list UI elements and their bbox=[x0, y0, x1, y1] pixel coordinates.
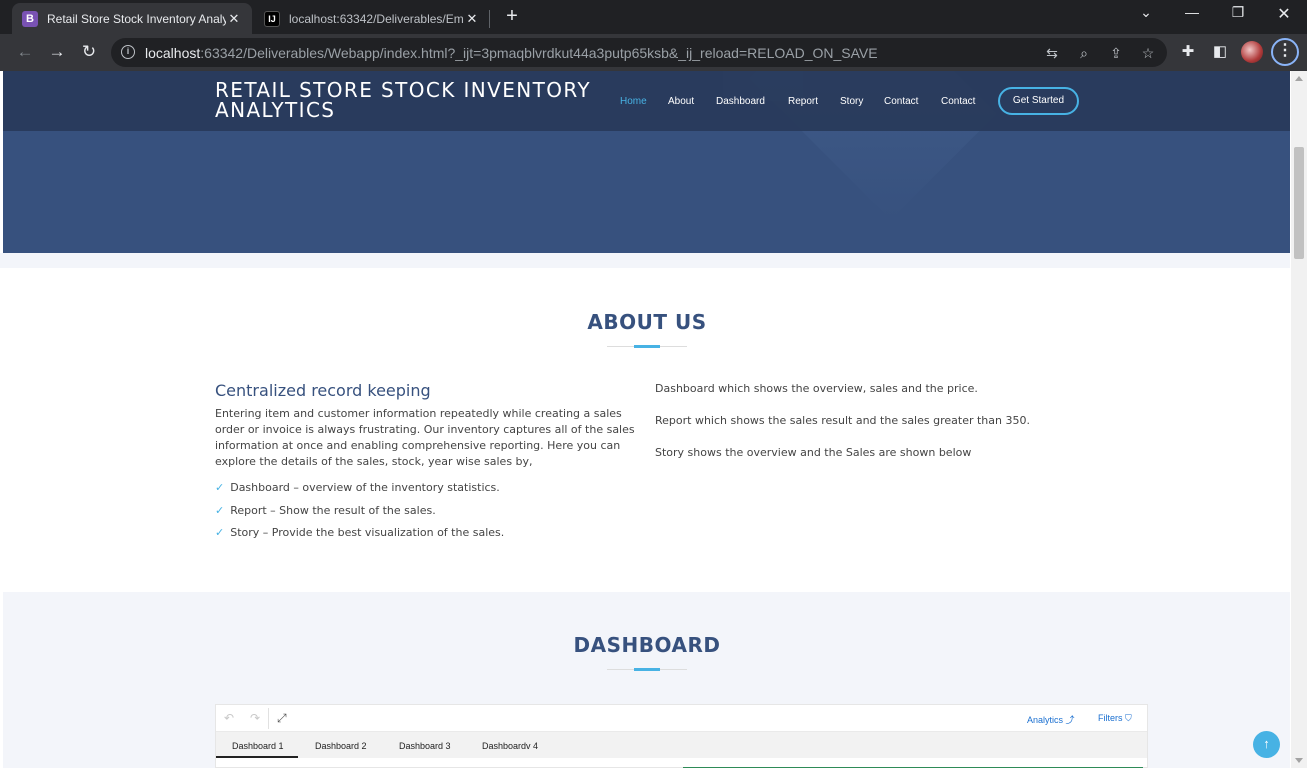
analytics-label: Analytics bbox=[1027, 715, 1064, 725]
share-icon[interactable]: ⇪ bbox=[1107, 44, 1125, 62]
nav-report[interactable]: Report bbox=[788, 96, 818, 107]
double-check-icon: ✓ bbox=[215, 481, 225, 494]
active-tab-underline bbox=[216, 756, 298, 758]
arrow-up-icon: ↑ bbox=[1263, 736, 1270, 751]
about-right-text: Story shows the overview and the Sales a… bbox=[655, 446, 972, 459]
close-tab-icon[interactable]: ✕ bbox=[464, 11, 480, 27]
fullscreen-icon[interactable]: ⤢ bbox=[277, 711, 287, 726]
about-list-text: Report – Show the result of the sales. bbox=[230, 504, 436, 517]
embed-toolbar: ↶ ↷ ⤢ Analytics ⤴ Filters ⛉ bbox=[216, 705, 1147, 732]
reload-icon[interactable]: ↻ bbox=[77, 41, 101, 65]
redo-icon[interactable]: ↷ bbox=[250, 711, 260, 725]
filter-icon: ⛉ bbox=[1125, 713, 1132, 723]
tab-dashboard-3[interactable]: Dashboard 3 bbox=[399, 741, 451, 751]
about-heading: Centralized record keeping bbox=[215, 381, 431, 400]
about-list-item: ✓ Dashboard – overview of the inventory s… bbox=[215, 481, 500, 494]
dashboard-embed: ↶ ↷ ⤢ Analytics ⤴ Filters ⛉ Dashboard 1 … bbox=[215, 704, 1148, 768]
browser-tabstrip: B Retail Store Stock Inventory Analy ✕ I… bbox=[0, 0, 1307, 34]
nav-about[interactable]: About bbox=[668, 96, 694, 107]
logo-line: Analytics bbox=[215, 98, 336, 122]
browser-toolbar: ← → ↻ i localhost:63342/Deliverables/Web… bbox=[0, 34, 1307, 71]
back-icon[interactable]: ← bbox=[13, 41, 37, 65]
section-divider bbox=[0, 253, 1290, 268]
profile-avatar[interactable] bbox=[1241, 41, 1263, 63]
double-check-icon: ✓ bbox=[215, 526, 225, 539]
tab-search-icon[interactable]: ⌄ bbox=[1134, 4, 1158, 21]
close-tab-icon[interactable]: ✕ bbox=[226, 11, 242, 27]
toolbar-separator bbox=[268, 708, 269, 729]
double-check-icon: ✓ bbox=[215, 504, 225, 517]
about-list-text: Dashboard – overview of the inventory st… bbox=[230, 481, 500, 494]
bootstrap-favicon-icon: B bbox=[22, 10, 38, 27]
back-to-top-button[interactable]: ↑ bbox=[1253, 731, 1280, 758]
restore-icon[interactable]: ❐ bbox=[1226, 4, 1250, 21]
about-title-underline bbox=[607, 345, 687, 348]
about-title: ABOUT US bbox=[587, 310, 707, 334]
about-right-text: Dashboard which shows the overview, sale… bbox=[655, 382, 978, 395]
extensions-icon[interactable]: ✚ bbox=[1178, 42, 1198, 62]
nav-contact[interactable]: Contact bbox=[884, 96, 918, 107]
dashboard-title: DASHBOARD bbox=[573, 633, 721, 657]
side-panel-icon[interactable]: ◧ bbox=[1210, 42, 1230, 62]
filters-button[interactable]: Filters ⛉ bbox=[1098, 713, 1132, 724]
get-started-button[interactable]: Get Started bbox=[998, 87, 1079, 115]
close-window-icon[interactable]: ✕ bbox=[1272, 4, 1296, 24]
line-chart-icon: ⤴ bbox=[1065, 715, 1075, 725]
browser-tab-inactive[interactable]: IJ localhost:63342/Deliverables/Em ✕ bbox=[254, 3, 490, 34]
about-list-text: Story – Provide the best visualization o… bbox=[230, 526, 505, 539]
nav-dashboard[interactable]: Dashboard bbox=[716, 96, 765, 107]
tab-dashboard-2[interactable]: Dashboard 2 bbox=[315, 741, 367, 751]
zoom-icon[interactable]: ⌕ bbox=[1075, 44, 1093, 62]
scroll-up-arrow-icon[interactable] bbox=[1295, 76, 1303, 81]
logo-line: Retail Store Stock Inventory bbox=[215, 78, 592, 102]
tab-title: Retail Store Stock Inventory Analy bbox=[47, 11, 226, 26]
page-viewport: Retail Store Stock Inventory Analytics H… bbox=[0, 71, 1307, 768]
undo-icon[interactable]: ↶ bbox=[224, 711, 234, 725]
about-list-item: ✓ Story – Provide the best visualization … bbox=[215, 526, 504, 539]
about-list-item: ✓ Report – Show the result of the sales. bbox=[215, 504, 436, 517]
nav-home[interactable]: Home bbox=[620, 96, 647, 107]
intellij-favicon-icon: IJ bbox=[264, 10, 280, 27]
dashboard-tabs: Dashboard 1 Dashboard 2 Dashboard 3 Dash… bbox=[216, 732, 1147, 758]
analytics-button[interactable]: Analytics ⤴ bbox=[1027, 713, 1075, 726]
translate-icon[interactable]: ⇆ bbox=[1043, 44, 1061, 62]
nav-story[interactable]: Story bbox=[840, 96, 863, 107]
about-right-text: Report which shows the sales result and … bbox=[655, 414, 1030, 427]
filters-label: Filters bbox=[1098, 713, 1123, 723]
tab-dashboard-4[interactable]: Dashboardv 4 bbox=[482, 741, 538, 751]
site-info-icon[interactable]: i bbox=[121, 45, 135, 59]
url-text[interactable]: localhost:63342/Deliverables/Webapp/inde… bbox=[145, 45, 878, 61]
tab-separator bbox=[489, 10, 490, 28]
minimize-icon[interactable]: — bbox=[1180, 4, 1204, 20]
forward-icon[interactable]: → bbox=[45, 41, 69, 65]
about-paragraph: Entering item and customer information r… bbox=[215, 407, 635, 468]
dashboard-title-underline bbox=[607, 668, 687, 671]
browser-menu-icon[interactable]: ⋮ bbox=[1271, 38, 1299, 66]
browser-tab-active[interactable]: B Retail Store Stock Inventory Analy ✕ bbox=[12, 3, 252, 34]
scrollbar-thumb[interactable] bbox=[1294, 147, 1304, 259]
scroll-down-arrow-icon[interactable] bbox=[1295, 758, 1303, 763]
site-header: Retail Store Stock Inventory Analytics H… bbox=[3, 71, 1290, 131]
page-scrollbar[interactable] bbox=[1291, 71, 1307, 768]
new-tab-icon[interactable]: + bbox=[500, 5, 524, 29]
tab-dashboard-1[interactable]: Dashboard 1 bbox=[232, 741, 284, 751]
address-bar[interactable]: i localhost:63342/Deliverables/Webapp/in… bbox=[111, 38, 1167, 67]
nav-contact-2[interactable]: Contact bbox=[941, 96, 975, 107]
bookmark-star-icon[interactable]: ☆ bbox=[1139, 44, 1157, 62]
site-logo[interactable]: Retail Store Stock Inventory Analytics bbox=[215, 80, 595, 120]
tab-title: localhost:63342/Deliverables/Em bbox=[289, 11, 464, 26]
